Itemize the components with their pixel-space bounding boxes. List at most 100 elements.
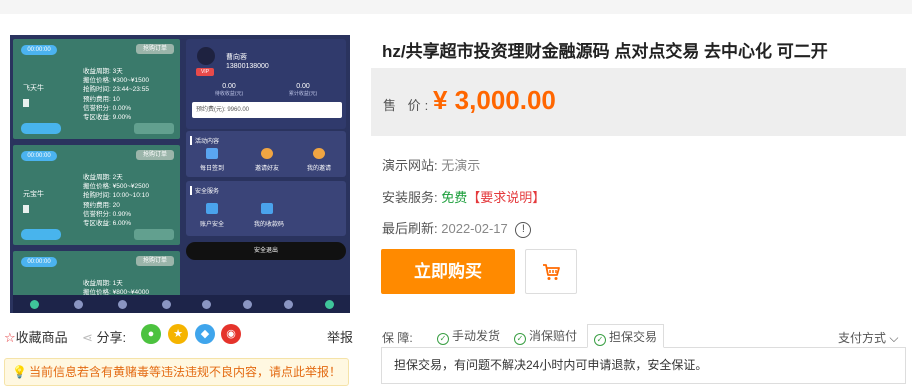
service-icon xyxy=(284,299,293,309)
install-row: 安装服务: 免费【要求说明】 xyxy=(382,187,545,206)
card-row: 搬位价格: ¥500~¥2500 xyxy=(83,183,149,191)
demo-row: 演示网站: 无演示 xyxy=(382,155,480,174)
flag-icon xyxy=(23,205,29,213)
card-row: 预约费用: 10 xyxy=(83,95,120,103)
favorite-link[interactable]: ☆收藏商品 xyxy=(4,327,68,346)
buy-now-button[interactable]: 立即购买 xyxy=(381,249,515,294)
countdown-pill: 00:00:00 xyxy=(21,257,57,267)
stat-total: 0.00 累计收益(元) xyxy=(278,83,328,97)
service-icon xyxy=(117,299,127,309)
fee-input: 预约费(元): 9960.00 xyxy=(192,102,342,118)
app-right-panel: VIP 曹向蓉 13800138000 0.00 待收收益(元) 0.00 累计… xyxy=(186,39,350,313)
guarantee-escrow[interactable]: ✓ 担保交易 xyxy=(587,324,665,348)
card-title: 元宝牛 xyxy=(23,191,44,198)
app-bottom-nav xyxy=(186,295,350,313)
guarantee-compensation[interactable]: ✓ 消保赔付 xyxy=(514,324,577,348)
product-title: hz/共享超市投资理财金融源码 点对点交易 去中心化 可二开 xyxy=(382,42,828,61)
security-title: 安全服务 xyxy=(190,186,219,195)
profile-icon xyxy=(161,299,171,309)
report-link[interactable]: 举报 xyxy=(327,327,353,346)
stat-label: 累计收益(元) xyxy=(288,91,318,97)
flag-icon xyxy=(23,99,29,107)
profile-icon xyxy=(325,299,334,309)
card-row: 专区收益: 6.00% xyxy=(83,220,132,228)
stat-pending: 0.00 待收收益(元) xyxy=(204,83,254,97)
guarantee-label: 保 障: xyxy=(382,331,413,345)
card-row: 预约费用: 20 xyxy=(83,201,120,209)
refresh-label: 最后刷新: xyxy=(382,221,438,236)
weibo-icon[interactable]: ◉ xyxy=(221,324,241,344)
activity-item: 邀请好友 xyxy=(254,166,279,172)
card-pill-bottom xyxy=(21,229,61,240)
guarantee-item-label: 手动发货 xyxy=(452,329,501,343)
invite-icon xyxy=(261,148,273,159)
product-card: 00:00:00 抢购订单 飞天牛 收益周期: 3天 搬位价格: ¥300~¥1… xyxy=(13,39,180,139)
activity-title: 活动内容 xyxy=(190,136,219,145)
calendar-icon xyxy=(206,148,218,159)
security-item: 账户安全 xyxy=(199,222,224,228)
lightbulb-icon: 💡 xyxy=(12,365,27,379)
security-section: 安全服务 账户安全 我的收款码 xyxy=(186,181,346,236)
product-screenshot[interactable]: 00:00:00 抢购订单 飞天牛 收益周期: 3天 搬位价格: ¥300~¥1… xyxy=(10,35,350,313)
qzone-icon[interactable]: ★ xyxy=(168,324,188,344)
activity-item: 我的邀请 xyxy=(306,166,331,172)
wechat-icon[interactable]: ● xyxy=(141,324,161,344)
guarantee-description: 担保交易，有问题不解决24小时内可申请退款，安全保证。 xyxy=(381,347,906,384)
chevron-down-icon: ⌵ xyxy=(886,331,899,345)
refresh-value: 2022-02-17 xyxy=(441,221,508,236)
guarantee-manual-delivery[interactable]: ✓ 手动发货 xyxy=(437,324,500,348)
card-rows: 收益周期: 2天 搬位价格: ¥500~¥2500 抢购时间: 10:00~10… xyxy=(83,173,149,228)
card-tag-bottom xyxy=(134,229,174,240)
card-row: 信誉积分: 0.00% xyxy=(83,104,132,112)
card-row: 抢购时间: 10:00~10:10 xyxy=(83,192,149,200)
app-left-panel: 00:00:00 抢购订单 飞天牛 收益周期: 3天 搬位价格: ¥300~¥1… xyxy=(13,39,188,313)
stat-value: 0.00 xyxy=(296,83,310,90)
card-tag-bottom xyxy=(134,123,174,134)
check-circle-icon: ✓ xyxy=(594,334,606,346)
refresh-row: 最后刷新: 2022-02-17 ! xyxy=(382,218,532,238)
payment-label: 支付方式 xyxy=(838,331,887,345)
shield-icon xyxy=(206,203,218,214)
card-title: 飞天牛 xyxy=(23,85,44,92)
card-tag: 抢购订单 xyxy=(136,44,174,54)
profile-card: VIP 曹向蓉 13800138000 0.00 待收收益(元) 0.00 累计… xyxy=(186,39,346,129)
guarantee-item-label: 担保交易 xyxy=(609,330,658,344)
card-row: 收益周期: 1天 xyxy=(83,280,123,287)
price-label: 售 价: xyxy=(383,98,433,113)
profile-phone: 13800138000 xyxy=(226,63,269,70)
share-text: 分享: xyxy=(96,330,127,345)
card-row: 收益周期: 3天 xyxy=(83,68,123,75)
qq-icon[interactable]: ◆ xyxy=(195,324,215,344)
asset-icon xyxy=(74,299,84,309)
home-icon xyxy=(202,299,211,309)
activity-item: 每日签到 xyxy=(199,166,224,172)
card-rows: 收益周期: 3天 搬位价格: ¥300~¥1500 抢购时间: 23:44~23… xyxy=(83,67,149,122)
countdown-pill: 00:00:00 xyxy=(21,151,57,161)
card-row: 抢购时间: 23:44~23:55 xyxy=(83,86,149,94)
my-invite-icon xyxy=(313,148,325,159)
install-value: 免费 xyxy=(441,190,468,205)
add-to-cart-button[interactable] xyxy=(525,249,577,294)
demo-value: 无演示 xyxy=(441,158,481,173)
report-warning[interactable]: 💡 当前信息若含有黄赌毒等违法违规不良内容，请点此举报！ xyxy=(4,358,349,386)
vip-badge: VIP xyxy=(196,68,214,76)
avatar xyxy=(197,47,215,65)
stat-value: 0.00 xyxy=(222,83,236,90)
price-box: 售 价: ¥ 3,000.00 xyxy=(371,68,906,136)
install-requirement-link[interactable]: 【要求说明】 xyxy=(467,190,545,205)
warning-text: 当前信息若含有黄赌毒等违法违规不良内容，请点此举报！ xyxy=(29,365,342,379)
check-circle-icon: ✓ xyxy=(514,333,526,345)
payment-method-dropdown[interactable]: 支付方式 ⌵ xyxy=(838,329,898,346)
top-strip xyxy=(0,0,912,14)
card-icon xyxy=(261,203,273,214)
stat-label: 待收收益(元) xyxy=(214,91,244,97)
price-value: ¥ 3,000.00 xyxy=(433,85,556,115)
asset-icon xyxy=(243,299,252,309)
activity-section: 活动内容 每日签到 邀请好友 我的邀请 xyxy=(186,131,346,177)
image-action-bar: ☆收藏商品 ⋖ 分享: ● ★ ◆ ◉ 举报 xyxy=(0,324,360,346)
check-circle-icon: ✓ xyxy=(437,333,449,345)
card-row: 搬位价格: ¥300~¥1500 xyxy=(83,77,149,85)
info-circle-icon[interactable]: ! xyxy=(515,221,532,238)
card-tag: 抢购订单 xyxy=(136,150,174,160)
home-icon xyxy=(30,299,40,309)
